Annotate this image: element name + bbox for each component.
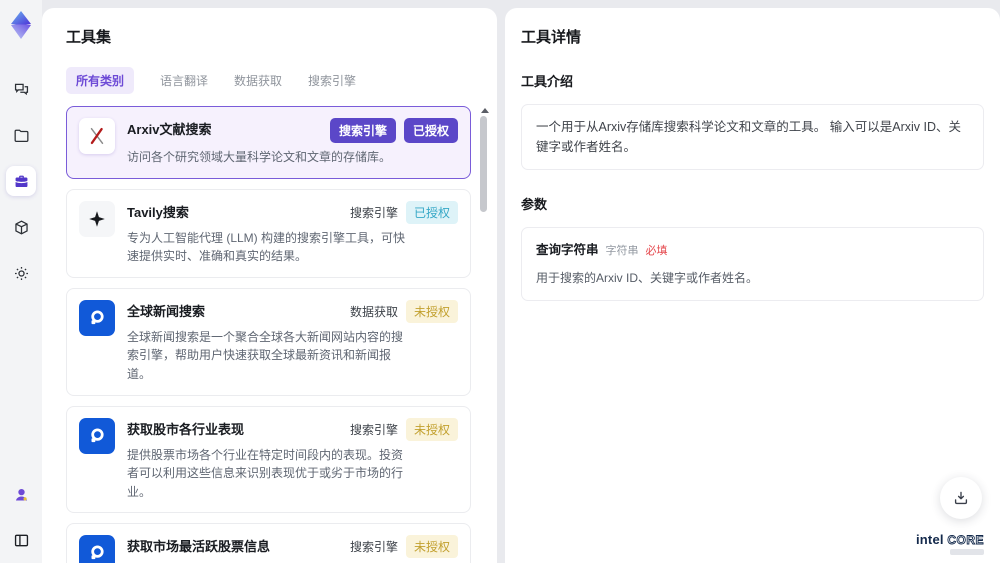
intro-heading: 工具介绍	[521, 74, 574, 89]
logo-subtext-bar	[950, 549, 984, 555]
tool-description: 提供股票市场各个行业在特定时间段内的表现。投资者可以利用这些信息来识别表现优于或…	[127, 447, 404, 499]
globe-news-icon	[79, 299, 115, 336]
sparkle-icon	[79, 200, 115, 237]
tool-card[interactable]: 获取市场最活跃股票信息 搜索引擎 未授权 提供当天交易量最高的股票列表。投资者可…	[66, 523, 471, 563]
param-name: 查询字符串	[536, 243, 599, 257]
app-root: 工具集 所有类别 语言翻译 数据获取 搜索引擎 Arxiv文献搜索 搜索引擎 已…	[0, 0, 1000, 563]
panel-toggle-icon[interactable]	[6, 525, 36, 555]
param-box: 查询字符串 字符串 必填 用于搜索的Arxiv ID、关键字或作者姓名。	[521, 227, 984, 301]
globe-news-icon	[79, 417, 115, 454]
tool-title: 获取市场最活跃股票信息	[127, 539, 271, 555]
chat-icon[interactable]	[6, 74, 36, 104]
icon-rail	[0, 0, 42, 563]
tool-description: 访问各个研究领域大量科学论文和文章的存储库。	[127, 150, 392, 164]
tool-card[interactable]: 全球新闻搜索 数据获取 未授权 全球新闻搜索是一个聚合全球各大新闻网站内容的搜索…	[66, 287, 471, 396]
tool-card[interactable]: 获取股市各行业表现 搜索引擎 未授权 提供股票市场各个行业在特定时间段内的表现。…	[66, 405, 471, 514]
tool-list: Arxiv文献搜索 搜索引擎 已授权 访问各个研究领域大量科学论文和文章的存储库…	[66, 106, 471, 563]
category-tab-1[interactable]: 语言翻译	[160, 72, 208, 89]
download-button[interactable]	[940, 477, 982, 519]
tool-category-badge: 搜索引擎	[349, 540, 398, 555]
param-description: 用于搜索的Arxiv ID、关键字或作者姓名。	[536, 270, 759, 285]
tool-description: 全球新闻搜索是一个聚合全球各大新闻网站内容的搜索引擎，帮助用户快速获取全球最新资…	[127, 329, 404, 381]
detail-title: 工具详情	[521, 29, 582, 46]
globe-news-icon	[79, 535, 115, 563]
tool-category-badge: 搜索引擎	[349, 205, 398, 220]
folder-icon[interactable]	[6, 120, 36, 150]
tool-description: 专为人工智能代理 (LLM) 构建的搜索引擎工具，可快速提供实时、准确和真实的结…	[127, 230, 406, 264]
tool-card[interactable]: Arxiv文献搜索 搜索引擎 已授权 访问各个研究领域大量科学论文和文章的存储库…	[66, 106, 471, 179]
scrollbar-thumb[interactable]	[480, 116, 487, 212]
list-scrollbar[interactable]	[479, 106, 489, 563]
category-tab-2[interactable]: 数据获取	[234, 72, 282, 89]
intro-box: 一个用于从Arxiv存储库搜索科学论文和文章的工具。 输入可以是Arxiv ID…	[521, 104, 984, 170]
tool-auth-badge: 已授权	[405, 200, 458, 224]
intel-core-logo: intel core	[916, 532, 984, 555]
tool-title: 全球新闻搜索	[127, 303, 206, 319]
user-avatar-icon[interactable]	[6, 479, 36, 509]
tool-category-badge: 数据获取	[349, 304, 398, 319]
tool-card[interactable]: Tavily搜索 搜索引擎 已授权 专为人工智能代理 (LLM) 构建的搜索引擎…	[66, 188, 471, 278]
tool-title: 获取股市各行业表现	[127, 421, 245, 437]
category-tab-0[interactable]: 所有类别	[66, 67, 135, 94]
scroll-up-arrow-icon[interactable]	[481, 108, 489, 113]
arxiv-icon	[79, 118, 115, 154]
tool-auth-badge: 未授权	[405, 535, 458, 559]
settings-gear-icon[interactable]	[6, 258, 36, 288]
tool-title: Arxiv文献搜索	[127, 122, 212, 137]
cube-icon[interactable]	[6, 212, 36, 242]
tool-category-badge: 搜索引擎	[349, 422, 398, 437]
tool-auth-badge: 已授权	[403, 118, 458, 143]
tool-detail-panel: 工具详情 工具介绍 一个用于从Arxiv存储库搜索科学论文和文章的工具。 输入可…	[505, 8, 1000, 563]
app-logo	[8, 10, 34, 40]
param-type: 字符串	[605, 245, 639, 257]
tool-collection-panel: 工具集 所有类别 语言翻译 数据获取 搜索引擎 Arxiv文献搜索 搜索引擎 已…	[42, 8, 497, 563]
toolbox-icon[interactable]	[6, 166, 36, 196]
download-icon	[954, 491, 968, 505]
tool-title: Tavily搜索	[127, 204, 189, 220]
tool-auth-badge: 未授权	[405, 299, 458, 323]
category-tabs: 所有类别 语言翻译 数据获取 搜索引擎	[66, 67, 497, 94]
page-title: 工具集	[66, 29, 112, 46]
tool-auth-badge: 未授权	[405, 417, 458, 441]
params-heading: 参数	[521, 197, 548, 212]
tool-category-badge: 搜索引擎	[329, 118, 396, 143]
param-required-badge: 必填	[645, 245, 668, 257]
category-tab-3[interactable]: 搜索引擎	[308, 72, 356, 89]
